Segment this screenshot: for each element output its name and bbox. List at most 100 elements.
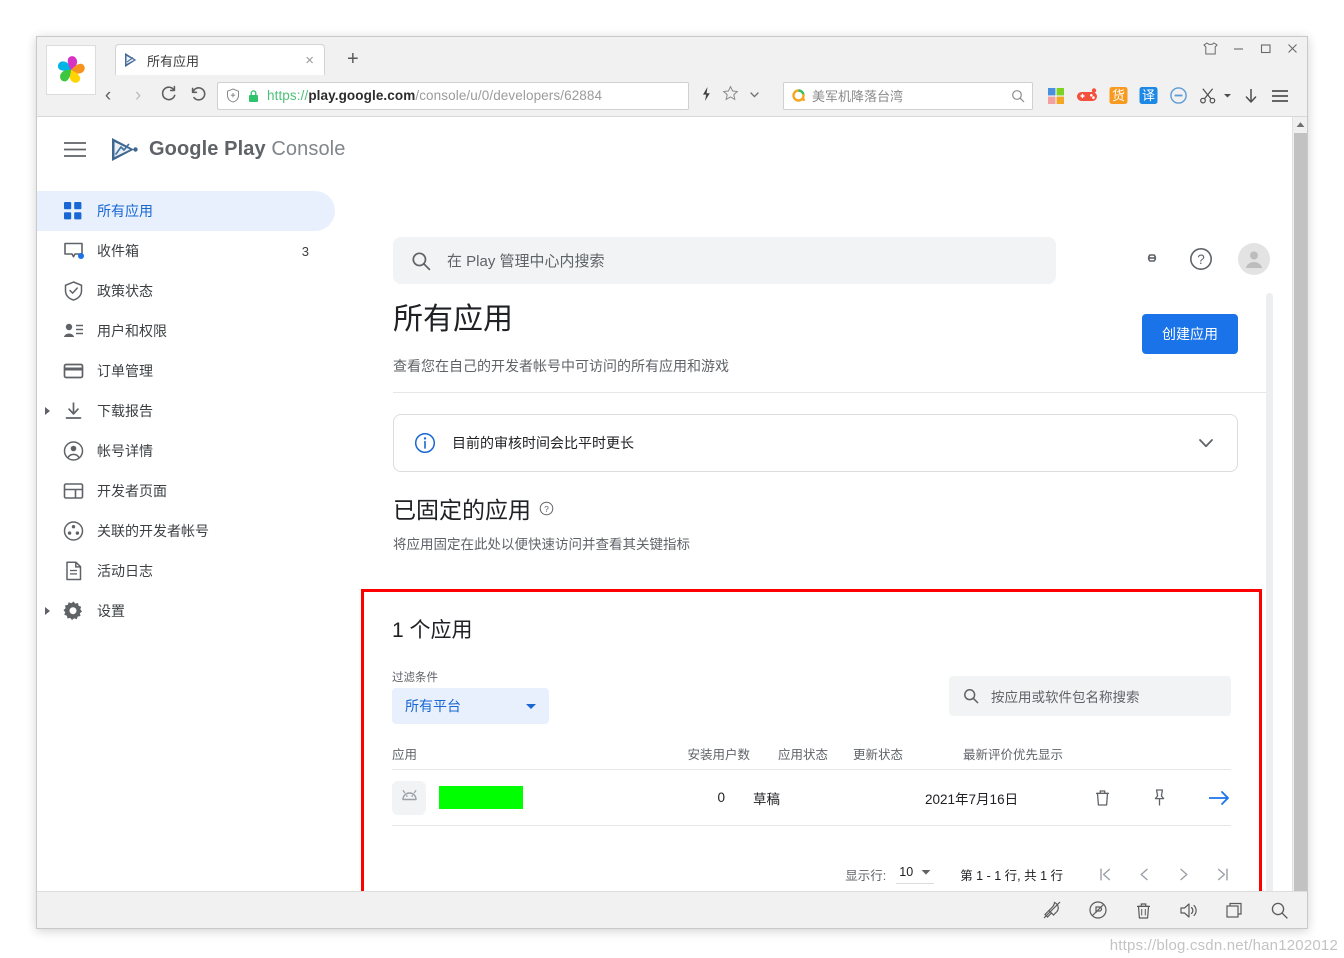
app-search-input[interactable]: 按应用或软件包名称搜索: [949, 676, 1231, 716]
svg-text:货: 货: [1112, 88, 1125, 104]
chevron-down-icon[interactable]: [743, 86, 765, 105]
reload-button[interactable]: [153, 84, 183, 107]
pin-icon[interactable]: [1150, 788, 1169, 807]
first-page-button[interactable]: [1097, 866, 1114, 883]
rocket-off-icon[interactable]: [1042, 900, 1062, 920]
search-icon[interactable]: [1270, 901, 1289, 920]
browser-search-box[interactable]: 美军机降落台湾: [783, 81, 1033, 110]
next-page-button[interactable]: [1175, 866, 1192, 883]
brand-logo[interactable]: Google Play Console: [109, 136, 345, 163]
browser-logo: [46, 45, 96, 95]
delete-icon[interactable]: [1093, 788, 1112, 807]
platform-filter-select[interactable]: 所有平台: [392, 688, 549, 724]
card-icon: [63, 361, 84, 382]
sidebar-item-label: 政策状态: [97, 283, 153, 299]
create-app-button[interactable]: 创建应用: [1142, 314, 1238, 354]
adblock-icon[interactable]: [1088, 900, 1108, 920]
app-name-redacted: [439, 786, 523, 809]
column-app-status: 应用状态: [778, 748, 829, 762]
sidebar-item-label: 设置: [97, 603, 125, 619]
table-row[interactable]: 0 草稿 2021年7月16日: [392, 770, 1231, 826]
review-time-notice[interactable]: 目前的审核时间会比平时更长: [393, 414, 1238, 472]
new-tab-button[interactable]: +: [347, 49, 359, 69]
rows-per-page-select[interactable]: 10: [896, 865, 935, 884]
chevron-right-icon[interactable]: [45, 607, 50, 615]
pinned-apps-title: 已固定的应用 ?: [393, 491, 554, 525]
global-search-input[interactable]: 在 Play 管理中心内搜索: [393, 237, 1056, 284]
apps-list-card-highlight: 1 个应用 过滤条件 所有平台 按应用或软件包名称搜索 应用 安装用户数 应用状…: [361, 589, 1262, 901]
column-installs: 安装用户数: [687, 748, 750, 762]
pagination: 显示行: 10 第 1 - 1 行, 共 1 行: [845, 865, 1231, 884]
maximize-icon[interactable]: [1259, 42, 1272, 55]
global-search-placeholder: 在 Play 管理中心内搜索: [447, 253, 605, 270]
sidebar-item-activity-log[interactable]: 活动日志: [37, 551, 335, 591]
bookmark-star-icon[interactable]: [717, 85, 743, 106]
sidebar-item-all-apps[interactable]: 所有应用: [37, 191, 335, 231]
link-icon[interactable]: [1140, 247, 1164, 271]
shield-icon[interactable]: [226, 88, 240, 103]
menu-icon[interactable]: [63, 141, 89, 158]
help-circle-icon[interactable]: ?: [539, 501, 554, 516]
last-page-button[interactable]: [1214, 866, 1231, 883]
page-subtitle: 查看您在自己的开发者帐号中可访问的所有应用和游戏: [393, 358, 729, 374]
scissors-icon[interactable]: [1199, 87, 1217, 105]
sidebar-item-order-management[interactable]: 订单管理: [37, 351, 335, 391]
page-inner-scrollbar[interactable]: [1266, 293, 1273, 910]
scissors-dropdown-icon[interactable]: [1223, 91, 1232, 100]
sidebar-item-linked-developer-accounts[interactable]: 关联的开发者帐号: [37, 511, 335, 551]
minimize-icon[interactable]: [1232, 42, 1245, 55]
skin-icon[interactable]: [1203, 42, 1218, 55]
game-controller-icon[interactable]: [1076, 87, 1098, 105]
download-icon[interactable]: [1243, 87, 1259, 105]
close-icon[interactable]: [1286, 42, 1299, 55]
scroll-up-button[interactable]: [1293, 117, 1307, 132]
window-icon[interactable]: [1225, 901, 1244, 920]
home-button[interactable]: [183, 84, 213, 107]
browser-window: 所有应用 × + ‹ › https://play.google.com/con…: [36, 36, 1308, 929]
menu-icon[interactable]: [1270, 88, 1290, 104]
inbox-badge: 3: [301, 243, 309, 259]
chevron-down-icon[interactable]: [1195, 432, 1217, 454]
volume-icon[interactable]: [1179, 901, 1199, 920]
column-update-status: 更新状态: [853, 748, 904, 762]
console-header-actions: ?: [1140, 243, 1270, 275]
browser-scrollbar[interactable]: [1292, 117, 1307, 928]
sidebar-item-users-permissions[interactable]: 用户和权限: [37, 311, 335, 351]
help-icon[interactable]: ?: [1188, 246, 1214, 272]
avatar[interactable]: [1238, 243, 1270, 275]
sidebar-item-label: 所有应用: [97, 203, 153, 219]
browser-tab[interactable]: 所有应用 ×: [115, 44, 325, 75]
trash-icon[interactable]: [1134, 901, 1153, 920]
search-icon[interactable]: [1011, 89, 1025, 103]
page-viewport: Google Play Console 在 Play 管理中心内搜索 ? 所有应…: [37, 117, 1307, 928]
sidebar-item-label: 帐号详情: [97, 443, 153, 459]
scrollbar-thumb[interactable]: [1294, 133, 1307, 893]
watermark: https://blog.csdn.net/han1202012: [1109, 937, 1338, 954]
adblock-icon[interactable]: [1169, 86, 1188, 105]
arrow-right-icon[interactable]: [1207, 788, 1231, 808]
lightning-icon[interactable]: [695, 86, 717, 106]
row-actions: [1085, 788, 1231, 808]
forward-button[interactable]: ›: [123, 86, 153, 105]
sidebar-item-policy-status[interactable]: 政策状态: [37, 271, 335, 311]
sidebar-item-developer-page[interactable]: 开发者页面: [37, 471, 335, 511]
search-icon: [411, 251, 431, 271]
sidebar-item-label: 关联的开发者帐号: [97, 523, 209, 539]
back-button[interactable]: ‹: [93, 86, 123, 105]
console-header: Google Play Console: [37, 117, 1292, 181]
sidebar-nav: 所有应用 收件箱 3 政策状态 用户和权限 订单管理 下载报告 帐号详情 开发者…: [37, 181, 337, 631]
app-name-cell[interactable]: [392, 780, 632, 815]
tab-close-icon[interactable]: ×: [301, 53, 318, 68]
sidebar-item-inbox[interactable]: 收件箱 3: [37, 231, 335, 271]
shopping-icon[interactable]: 货: [1109, 86, 1128, 105]
shield-check-icon: [63, 281, 84, 302]
translate-icon[interactable]: 译: [1139, 86, 1158, 105]
sidebar-item-settings[interactable]: 设置: [37, 591, 335, 631]
prev-page-button[interactable]: [1136, 866, 1153, 883]
sidebar-item-account-details[interactable]: 帐号详情: [37, 431, 335, 471]
chevron-right-icon[interactable]: [45, 407, 50, 415]
sidebar-item-download-reports[interactable]: 下载报告: [37, 391, 335, 431]
apps-grid-icon[interactable]: [1047, 87, 1065, 105]
address-bar[interactable]: https://play.google.com/console/u/0/deve…: [217, 81, 689, 110]
screenshot-root: 所有应用 × + ‹ › https://play.google.com/con…: [0, 0, 1344, 958]
